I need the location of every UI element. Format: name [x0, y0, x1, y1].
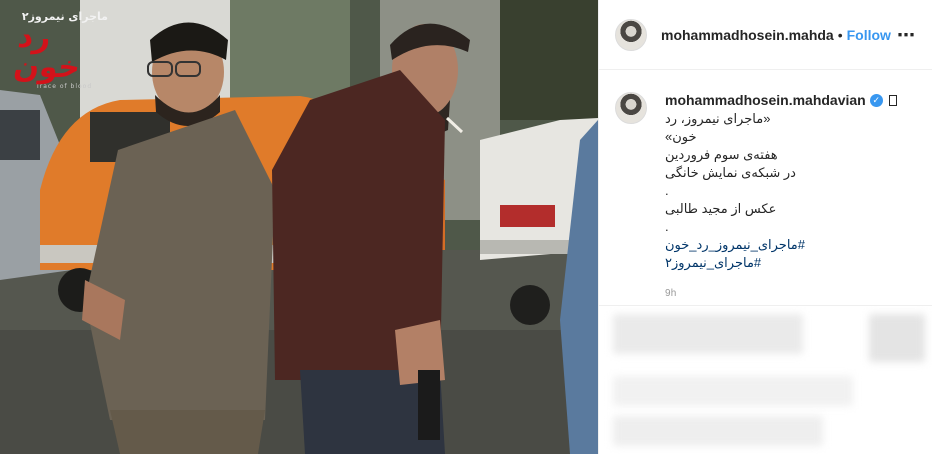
post-caption: mohammadhosein.mahdavian ✓ «ماجرای نیمرو…	[599, 70, 932, 272]
caption-line: «ماجرای نیمروز، رد خون»	[665, 111, 771, 144]
caption-text: «ماجرای نیمروز، رد خون» هفته‌ی سوم فرورد…	[665, 110, 805, 272]
caption-line: در شبکه‌ی نمایش خانگی	[665, 165, 796, 180]
post-photo[interactable]: ماجرای نیمروز۲ رد خون Trace of blood	[0, 0, 598, 454]
caption-line: .	[665, 183, 669, 198]
caption-line: .	[665, 219, 669, 234]
caption-username[interactable]: mohammadhosein.mahdavian	[665, 92, 866, 108]
post-header: mohammadhosein.mahda • Follow ⋯	[599, 0, 932, 70]
verified-badge-icon: ✓	[869, 93, 883, 107]
caption-avatar[interactable]	[615, 92, 647, 124]
blurred-comments-area	[599, 306, 932, 454]
hashtag-link[interactable]: #ماجرای_نیمروز_رد_خون	[665, 236, 805, 254]
emoji-glyph-icon	[888, 94, 897, 106]
more-options-icon[interactable]: ⋯	[897, 26, 916, 44]
blurred-block	[613, 416, 823, 446]
caption-body: mohammadhosein.mahdavian ✓ «ماجرای نیمرو…	[665, 92, 915, 272]
caption-line: عکس از مجید طالبی	[665, 201, 777, 216]
author-username[interactable]: mohammadhosein.mahda	[661, 27, 834, 43]
blurred-block	[613, 314, 803, 354]
caption-header: mohammadhosein.mahdavian ✓	[665, 92, 915, 108]
post-timestamp[interactable]: 9h	[665, 288, 932, 299]
header-separator: •	[837, 26, 843, 43]
hashtag-link[interactable]: #ماجرای_نیمروز۲	[665, 254, 805, 272]
follow-button[interactable]: Follow	[847, 27, 891, 43]
blurred-block	[869, 314, 925, 362]
film-logo-title: رد خون	[11, 20, 83, 85]
author-avatar[interactable]	[615, 18, 647, 51]
blurred-block	[613, 376, 853, 406]
film-logo: ماجرای نیمروز۲ رد خون Trace of blood	[12, 10, 112, 90]
post-side-panel: mohammadhosein.mahda • Follow ⋯ mohammad…	[598, 0, 932, 454]
caption-line: هفته‌ی سوم فروردین	[665, 147, 778, 162]
